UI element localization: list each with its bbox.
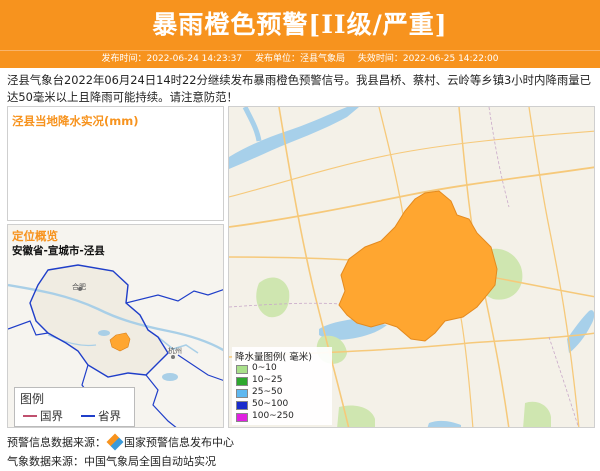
publish-unit-label: 发布单位： xyxy=(254,54,300,64)
legend-swatch xyxy=(236,389,248,398)
meta-bar: 发布时间：2022-06-24 14:23:37 发布单位：泾县气象局 失效时间… xyxy=(0,50,600,68)
legend-label: 50~100 xyxy=(252,399,289,409)
expire-time-label: 失效时间： xyxy=(357,54,403,64)
location-overview-panel: 合肥 杭州 定位概览 安徽省-宣城市-泾县 图例 国界 省界 xyxy=(7,224,224,428)
legend-swatch xyxy=(236,401,248,410)
warning-title: 暴雨橙色预警[II级/严重] xyxy=(152,10,448,39)
location-panel-title: 定位概览 xyxy=(12,229,58,243)
publish-time: 2022-06-24 14:23:37 xyxy=(146,54,243,64)
boundary-legend: 图例 国界 省界 xyxy=(14,387,135,427)
city-label-hefei: 合肥 xyxy=(72,282,86,291)
warning-source-link[interactable]: 国家预警信息发布中心 xyxy=(124,436,234,449)
weather-source-label: 气象数据来源： xyxy=(7,455,84,468)
legend-item: 50~100 xyxy=(236,399,326,411)
warning-header: 暴雨橙色预警[II级/严重] xyxy=(0,0,600,50)
weather-source-line: 气象数据来源：中国气象局全国自动站实况 xyxy=(7,453,216,469)
legend-item: 10~25 xyxy=(236,375,326,387)
legend-label: 100~250 xyxy=(252,411,294,421)
legend-item: 25~50 xyxy=(236,387,326,399)
rainfall-legend-title: 降水量图例( 毫米) xyxy=(235,352,312,363)
legend-swatch xyxy=(236,413,248,422)
warning-source-line: 预警信息数据来源： 国家预警信息发布中心 xyxy=(7,433,234,451)
rainfall-panel-title: 泾县当地降水实况(mm) xyxy=(12,114,139,128)
expire-time: 2022-06-25 14:22:00 xyxy=(402,54,499,64)
legend-swatch xyxy=(236,377,248,386)
provincial-boundary-swatch xyxy=(81,415,95,417)
weather-source: 中国气象局全国自动站实况 xyxy=(84,455,216,468)
warning-area-map[interactable]: 降水量图例( 毫米) 0~10 10~25 25~50 50~100 100~2… xyxy=(228,106,595,428)
city-label-hangzhou: 杭州 xyxy=(168,346,182,355)
publish-unit: 泾县气象局 xyxy=(300,54,346,64)
early-warning-logo-icon xyxy=(106,433,124,451)
boundary-legend-title: 图例 xyxy=(20,392,45,406)
legend-swatch xyxy=(236,365,248,374)
rainfall-panel: 泾县当地降水实况(mm) xyxy=(7,106,224,221)
warning-source-label: 预警信息数据来源： xyxy=(7,436,106,449)
legend-item: 0~10 xyxy=(236,363,326,375)
legend-label: 10~25 xyxy=(252,375,283,385)
legend-label: 25~50 xyxy=(252,387,283,397)
publish-time-label: 发布时间： xyxy=(101,54,147,64)
national-boundary-swatch xyxy=(23,415,37,417)
legend-item: 100~250 xyxy=(236,411,326,423)
national-boundary-label: 国界 xyxy=(40,409,63,423)
location-path: 安徽省-宣城市-泾县 xyxy=(12,245,105,257)
warning-description: 泾县气象台2022年06月24日14时22分继续发布暴雨橙色预警信号。我县昌桥、… xyxy=(7,73,592,104)
rainfall-legend: 降水量图例( 毫米) 0~10 10~25 25~50 50~100 100~2… xyxy=(232,347,332,425)
provincial-boundary-label: 省界 xyxy=(98,409,121,423)
legend-label: 0~10 xyxy=(252,363,277,373)
